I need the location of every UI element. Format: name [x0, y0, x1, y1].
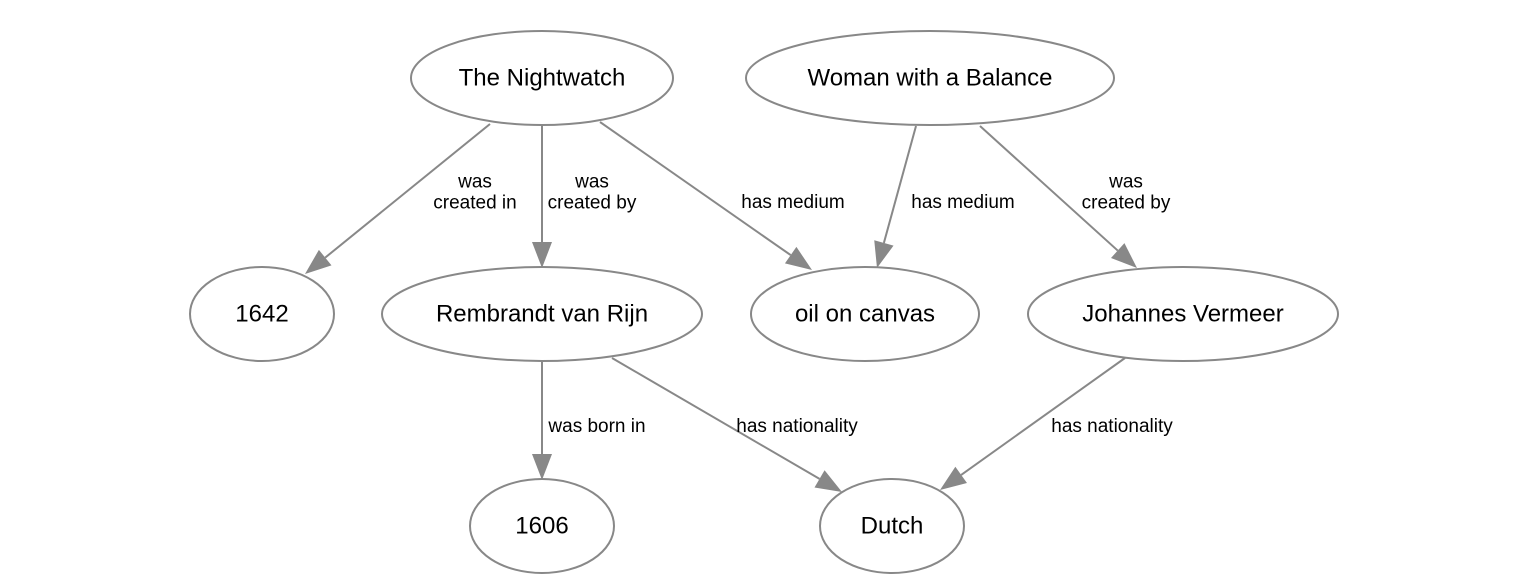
- edge-label: was born in: [547, 416, 645, 437]
- edge-nightwatch-rembrandt: wascreated by: [532, 125, 637, 268]
- arrowhead-icon: [305, 249, 332, 274]
- arrowhead-icon: [784, 246, 812, 270]
- edge-line: [599, 121, 792, 256]
- edge-woman-oil: has medium: [874, 125, 1015, 268]
- edge-label: has nationality: [736, 416, 858, 437]
- arrowhead-icon: [532, 242, 552, 268]
- node-oil[interactable]: oil on canvas: [750, 266, 980, 362]
- node-vermeer[interactable]: Johannes Vermeer: [1027, 266, 1339, 362]
- node-label: oil on canvas: [795, 301, 935, 328]
- edge-label: has medium: [911, 192, 1015, 213]
- edge-nightwatch-oil: has medium: [599, 121, 845, 270]
- node-nightwatch[interactable]: The Nightwatch: [410, 30, 674, 126]
- edge-label: has medium: [741, 192, 845, 213]
- node-y1642[interactable]: 1642: [189, 266, 335, 362]
- node-label: Rembrandt van Rijn: [436, 301, 648, 328]
- node-woman[interactable]: Woman with a Balance: [745, 30, 1115, 126]
- edge-label: was: [457, 172, 492, 193]
- arrowhead-icon: [940, 466, 967, 490]
- node-label: 1642: [235, 301, 288, 328]
- edge-label: created in: [433, 193, 516, 214]
- edge-line: [882, 125, 917, 244]
- edge-rembrandt-y1606: was born in: [532, 362, 646, 480]
- edge-label: has nationality: [1051, 416, 1173, 437]
- node-y1606[interactable]: 1606: [469, 478, 615, 574]
- node-label: Dutch: [861, 513, 924, 540]
- edge-rembrandt-dutch: has nationality: [611, 357, 858, 492]
- node-label: The Nightwatch: [459, 65, 626, 92]
- knowledge-graph: wascreated inwascreated by has medium has …: [189, 30, 1339, 574]
- edge-vermeer-dutch: has nationality: [940, 357, 1173, 490]
- node-label: Johannes Vermeer: [1082, 301, 1283, 328]
- arrowhead-icon: [814, 470, 842, 492]
- edge-label: was: [574, 172, 609, 193]
- edge-line: [979, 125, 1119, 252]
- edge-label: created by: [1082, 193, 1171, 214]
- node-dutch[interactable]: Dutch: [819, 478, 965, 574]
- arrowhead-icon: [532, 454, 552, 480]
- node-label: 1606: [515, 513, 568, 540]
- node-rembrandt[interactable]: Rembrandt van Rijn: [381, 266, 703, 362]
- edge-label: was: [1108, 172, 1143, 193]
- edge-label: created by: [548, 193, 637, 214]
- node-label: Woman with a Balance: [807, 65, 1052, 92]
- arrowhead-icon: [874, 240, 894, 268]
- edge-nightwatch-y1642: wascreated in: [305, 123, 517, 274]
